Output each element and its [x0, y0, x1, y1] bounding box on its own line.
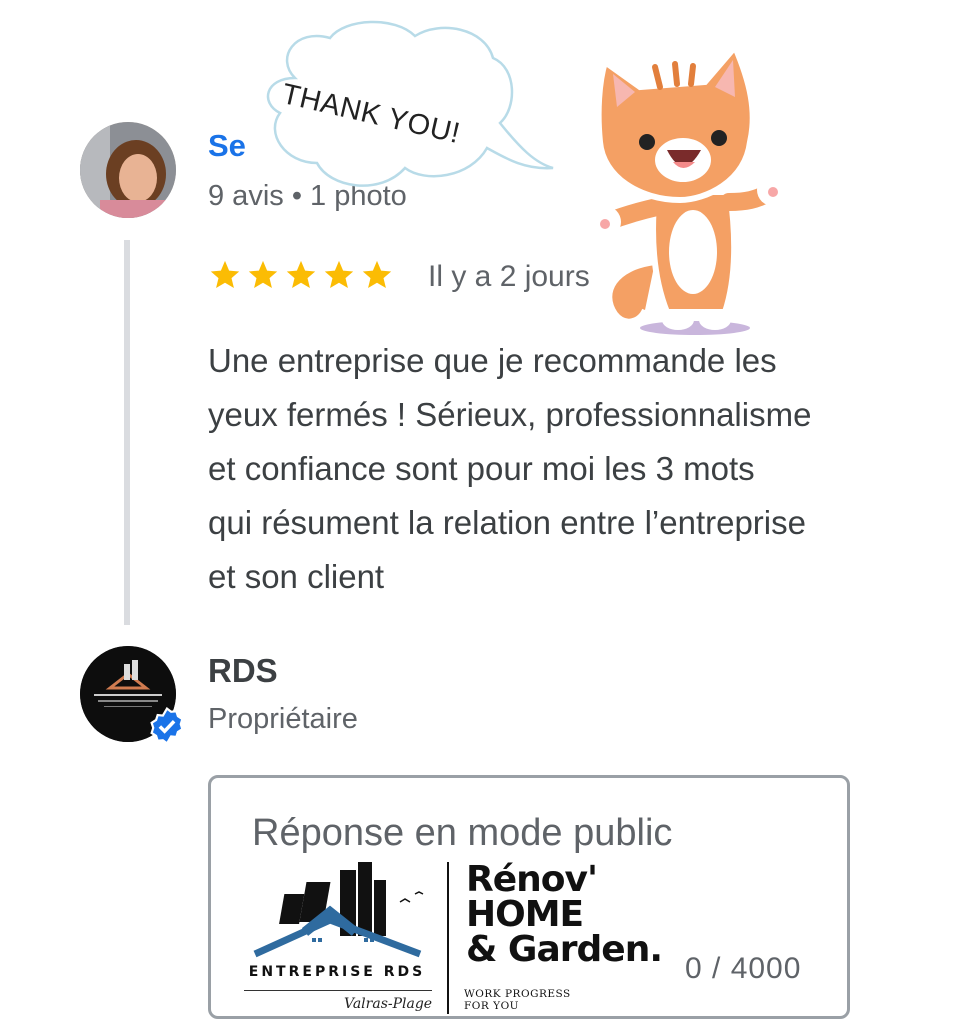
- star-icon: [284, 258, 318, 298]
- logo-tagline-1: WORK PROGRESS: [464, 988, 571, 1000]
- reviewer-avatar[interactable]: [80, 122, 176, 218]
- logo-tagline: WORK PROGRESS FOR YOU: [464, 988, 571, 1012]
- logo-company: ENTREPRISE RDS: [248, 964, 426, 980]
- star-icon: [322, 258, 356, 298]
- star-icon: [246, 258, 280, 298]
- logo-line-2: HOME: [466, 894, 584, 935]
- star-icon: [360, 258, 394, 298]
- owner-role: Propriétaire: [208, 703, 358, 735]
- character-counter: 0 / 4000: [685, 952, 802, 985]
- verified-badge-icon: [150, 707, 184, 745]
- logo-title: Rénov' HOME & Garden.: [466, 859, 663, 970]
- owner-name: RDS: [208, 652, 278, 689]
- logo-line-1: Rénov': [466, 859, 598, 900]
- cat-sticker: [589, 42, 789, 335]
- star-icon: [208, 258, 242, 298]
- reviewer-photo: [80, 122, 176, 218]
- star-rating: [208, 258, 394, 298]
- thread-line: [124, 240, 130, 625]
- rds-logo-graphic: [253, 862, 424, 958]
- logo-divider: [447, 862, 449, 1014]
- logo-rule: [244, 990, 432, 991]
- review-text: Une entreprise que je recommande les yeu…: [208, 342, 812, 595]
- logo-tagline-2: FOR YOU: [464, 1000, 520, 1012]
- review-date: Il y a 2 jours: [428, 260, 590, 293]
- logo-line-3: & Garden.: [466, 929, 663, 970]
- reply-label: Réponse en mode public: [252, 812, 673, 854]
- logo-place: Valras-Plage: [344, 996, 433, 1012]
- reviewer-name[interactable]: Se: [208, 128, 246, 164]
